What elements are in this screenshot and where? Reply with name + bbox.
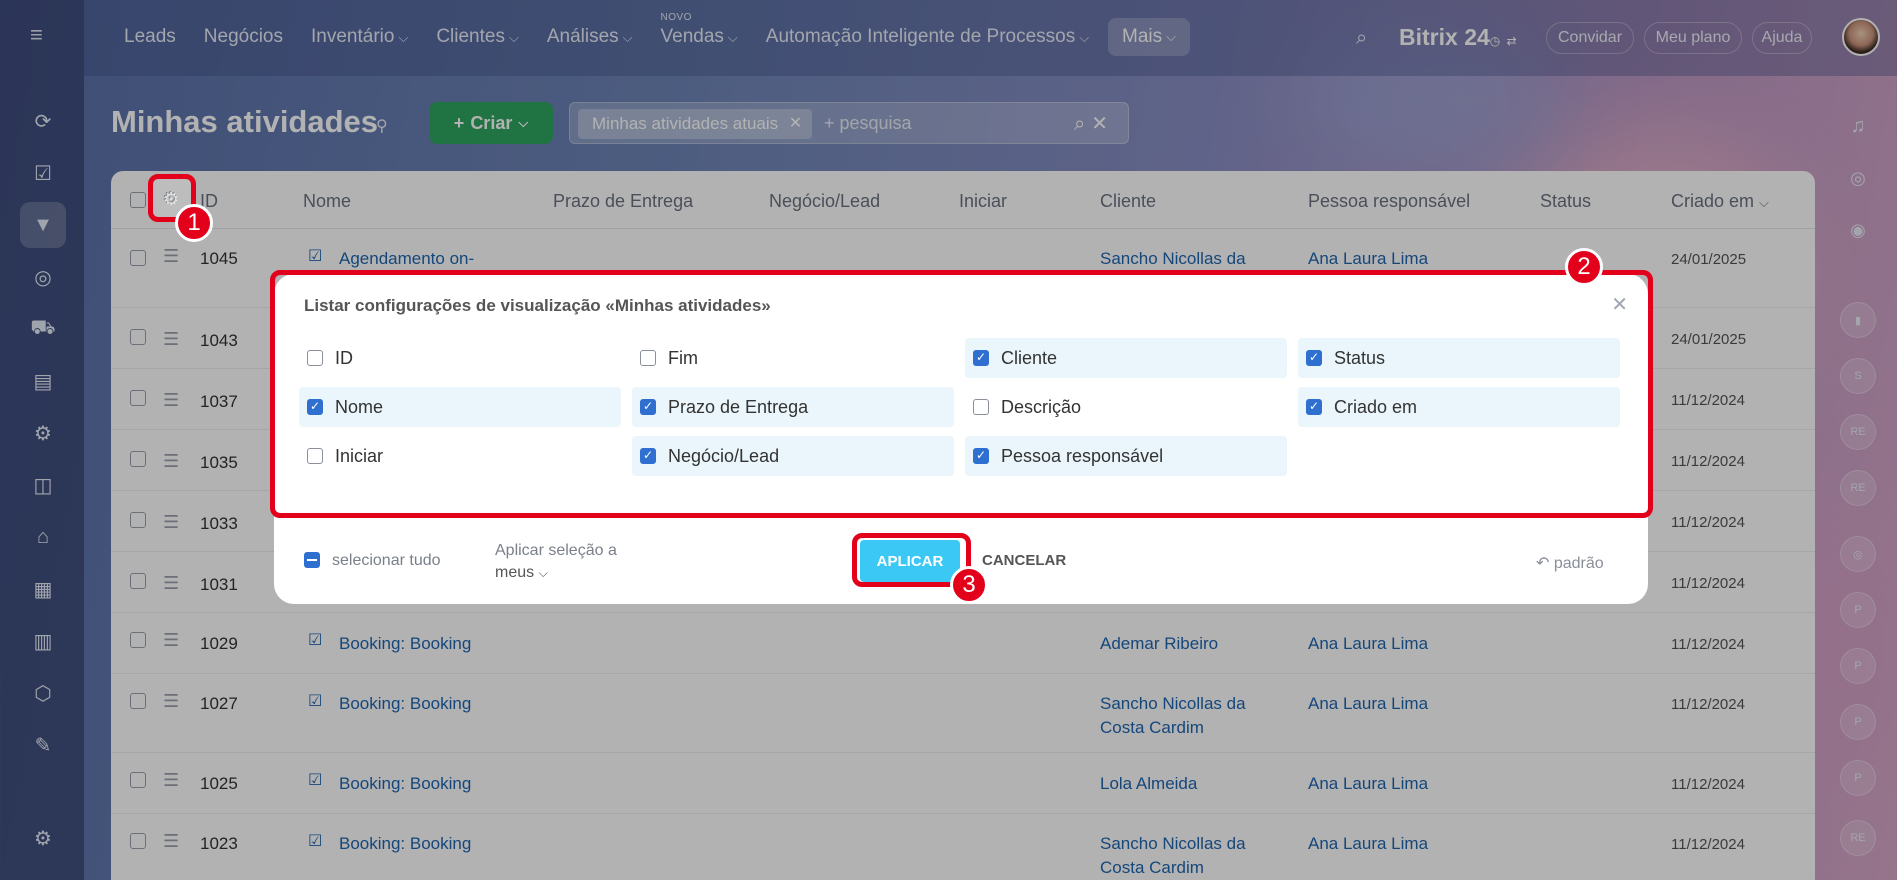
apply-to-label: Aplicar seleção a — [495, 542, 617, 559]
chevron-down-icon: ⌵ — [538, 566, 548, 580]
callout-1: 1 — [175, 204, 213, 242]
select-all-checkbox[interactable] — [304, 552, 320, 568]
undo-icon: ↶ — [1536, 555, 1550, 572]
apply-to-select[interactable]: meus ⌵ — [495, 564, 548, 582]
highlight-options — [270, 270, 1653, 518]
callout-3: 3 — [950, 566, 988, 604]
cancel-button[interactable]: CANCELAR — [982, 552, 1066, 569]
reset-default-button[interactable]: ↶ padrão — [1536, 553, 1604, 573]
select-all-label[interactable]: selecionar tudo — [332, 552, 441, 570]
callout-2: 2 — [1565, 248, 1603, 286]
gear-icon[interactable]: ⚙ — [163, 189, 179, 210]
